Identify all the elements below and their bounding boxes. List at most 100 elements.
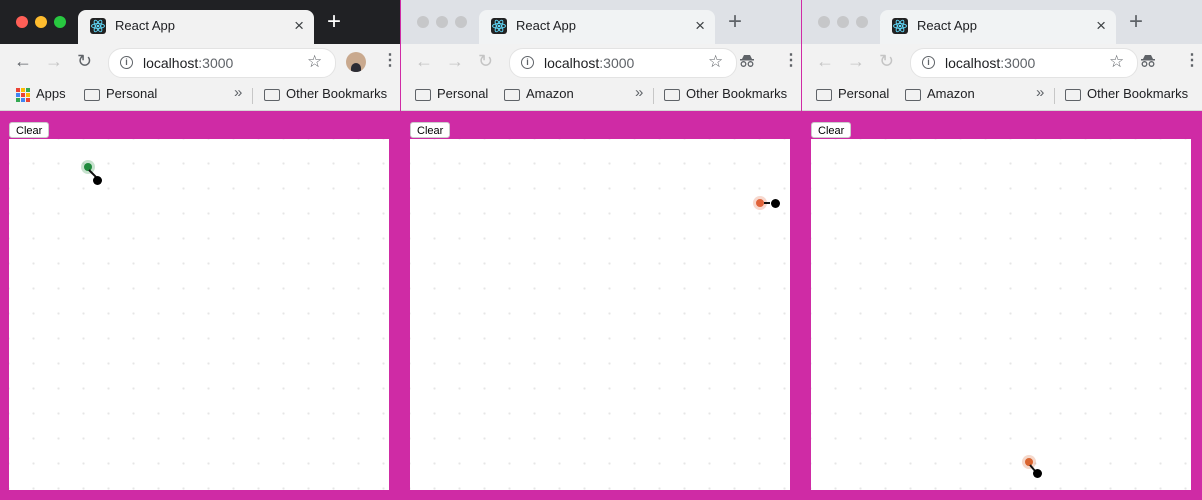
- bookmark-label: Amazon: [526, 86, 574, 101]
- forward-icon[interactable]: →: [45, 51, 63, 71]
- bookmark-label: Personal: [106, 86, 158, 101]
- url-host: localhost: [544, 55, 600, 71]
- close-icon[interactable]: ×: [695, 16, 705, 36]
- folder-icon: [84, 88, 100, 101]
- tab-react-app[interactable]: React App ×: [78, 10, 314, 44]
- local-cursor-icon: [1033, 469, 1042, 478]
- bookmark-other[interactable]: Other Bookmarks: [664, 86, 787, 101]
- address-bar[interactable]: i localhost:3000 ☆: [108, 48, 336, 78]
- bookmark-label: Other Bookmarks: [1087, 86, 1189, 101]
- profile-avatar-icon[interactable]: [346, 52, 366, 72]
- bookmark-star-icon[interactable]: ☆: [708, 52, 723, 72]
- new-tab-button[interactable]: +: [728, 10, 742, 34]
- close-window-button[interactable]: [16, 16, 28, 28]
- bookmark-label: Other Bookmarks: [286, 86, 388, 101]
- forward-icon[interactable]: →: [847, 51, 865, 71]
- bookmark-apps[interactable]: Apps: [16, 86, 66, 102]
- cursor-link: [764, 202, 770, 204]
- url-host: localhost: [143, 55, 199, 71]
- drawing-canvas[interactable]: [410, 139, 790, 490]
- url-text: localhost:3000: [143, 55, 233, 71]
- clear-button[interactable]: Clear: [9, 122, 50, 138]
- bookmark-label: Other Bookmarks: [686, 86, 788, 101]
- incognito-icon[interactable]: [1139, 52, 1157, 70]
- remote-cursor-icon: [756, 199, 764, 207]
- bookmark-label: Personal: [437, 86, 489, 101]
- tab-react-app[interactable]: React App ×: [479, 10, 715, 44]
- close-window-button[interactable]: [818, 16, 830, 28]
- reload-icon[interactable]: ↻: [879, 51, 894, 71]
- bookmark-amazon[interactable]: Amazon: [504, 86, 574, 101]
- close-icon[interactable]: ×: [294, 16, 304, 36]
- menu-icon[interactable]: ⋮: [382, 52, 398, 70]
- new-tab-button[interactable]: +: [1129, 10, 1143, 34]
- toolbar: ← → ↻ i localhost:3000 ☆ ⋮: [0, 44, 400, 80]
- bookmark-personal[interactable]: Personal: [415, 86, 488, 101]
- browser-window-3: React App × + ← → ↻ i localhost:3000 ☆ ⋮…: [802, 0, 1202, 500]
- url-port: :3000: [198, 55, 234, 71]
- url-text: localhost:3000: [544, 55, 634, 71]
- address-bar[interactable]: i localhost:3000 ☆: [509, 48, 737, 78]
- more-bookmarks-icon[interactable]: »: [635, 84, 643, 101]
- bookmark-star-icon[interactable]: ☆: [307, 52, 322, 72]
- menu-icon[interactable]: ⋮: [1184, 52, 1200, 70]
- info-icon[interactable]: i: [120, 56, 133, 69]
- bookmarks-bar: Apps Personal » Other Bookmarks: [0, 80, 400, 111]
- bookmark-personal[interactable]: Personal: [84, 86, 157, 101]
- url-host: localhost: [945, 55, 1001, 71]
- clear-button[interactable]: Clear: [410, 122, 451, 138]
- bookmark-other[interactable]: Other Bookmarks: [1065, 86, 1188, 101]
- drawing-canvas[interactable]: [9, 139, 389, 490]
- bookmark-personal[interactable]: Personal: [816, 86, 889, 101]
- close-window-button[interactable]: [417, 16, 429, 28]
- reload-icon[interactable]: ↻: [478, 51, 493, 71]
- bookmarks-bar: Personal Amazon » Other Bookmarks: [401, 80, 801, 111]
- apps-grid-icon: [16, 87, 30, 102]
- drawing-canvas[interactable]: [811, 139, 1191, 490]
- browser-window-1: React App × + ← → ↻ i localhost:3000 ☆ ⋮…: [0, 0, 400, 500]
- menu-icon[interactable]: ⋮: [783, 52, 799, 70]
- minimize-window-button[interactable]: [35, 16, 47, 28]
- forward-icon[interactable]: →: [446, 51, 464, 71]
- bookmark-amazon[interactable]: Amazon: [905, 86, 975, 101]
- info-icon[interactable]: i: [521, 56, 534, 69]
- new-tab-button[interactable]: +: [327, 10, 341, 34]
- folder-icon: [1065, 88, 1081, 101]
- react-logo-icon: [892, 18, 908, 34]
- back-icon[interactable]: ←: [14, 51, 32, 71]
- tab-strip: React App × +: [802, 0, 1202, 44]
- bookmark-label: Apps: [36, 86, 66, 101]
- tab-react-app[interactable]: React App ×: [880, 10, 1116, 44]
- close-icon[interactable]: ×: [1096, 16, 1106, 36]
- info-icon[interactable]: i: [922, 56, 935, 69]
- react-logo-icon: [90, 18, 106, 34]
- bookmarks-divider: [653, 88, 654, 104]
- bookmark-label: Personal: [838, 86, 890, 101]
- more-bookmarks-icon[interactable]: »: [1036, 84, 1044, 101]
- reload-icon[interactable]: ↻: [77, 51, 92, 71]
- back-icon[interactable]: ←: [816, 51, 834, 71]
- bookmark-label: Amazon: [927, 86, 975, 101]
- minimize-window-button[interactable]: [837, 16, 849, 28]
- bookmark-star-icon[interactable]: ☆: [1109, 52, 1124, 72]
- browser-window-2: React App × + ← → ↻ i localhost:3000 ☆ ⋮…: [401, 0, 801, 500]
- url-port: :3000: [1000, 55, 1036, 71]
- tab-title: React App: [917, 18, 977, 33]
- minimize-window-button[interactable]: [436, 16, 448, 28]
- folder-icon: [664, 88, 680, 101]
- url-text: localhost:3000: [945, 55, 1035, 71]
- address-bar[interactable]: i localhost:3000 ☆: [910, 48, 1138, 78]
- back-icon[interactable]: ←: [415, 51, 433, 71]
- url-port: :3000: [599, 55, 635, 71]
- bookmarks-divider: [1054, 88, 1055, 104]
- clear-button[interactable]: Clear: [811, 122, 852, 138]
- tab-strip: React App × +: [0, 0, 400, 44]
- react-logo-icon: [491, 18, 507, 34]
- more-bookmarks-icon[interactable]: »: [234, 84, 242, 101]
- incognito-icon[interactable]: [738, 52, 756, 70]
- maximize-window-button[interactable]: [455, 16, 467, 28]
- maximize-window-button[interactable]: [54, 16, 66, 28]
- tab-title: React App: [516, 18, 576, 33]
- maximize-window-button[interactable]: [856, 16, 868, 28]
- bookmark-other[interactable]: Other Bookmarks: [264, 86, 387, 101]
